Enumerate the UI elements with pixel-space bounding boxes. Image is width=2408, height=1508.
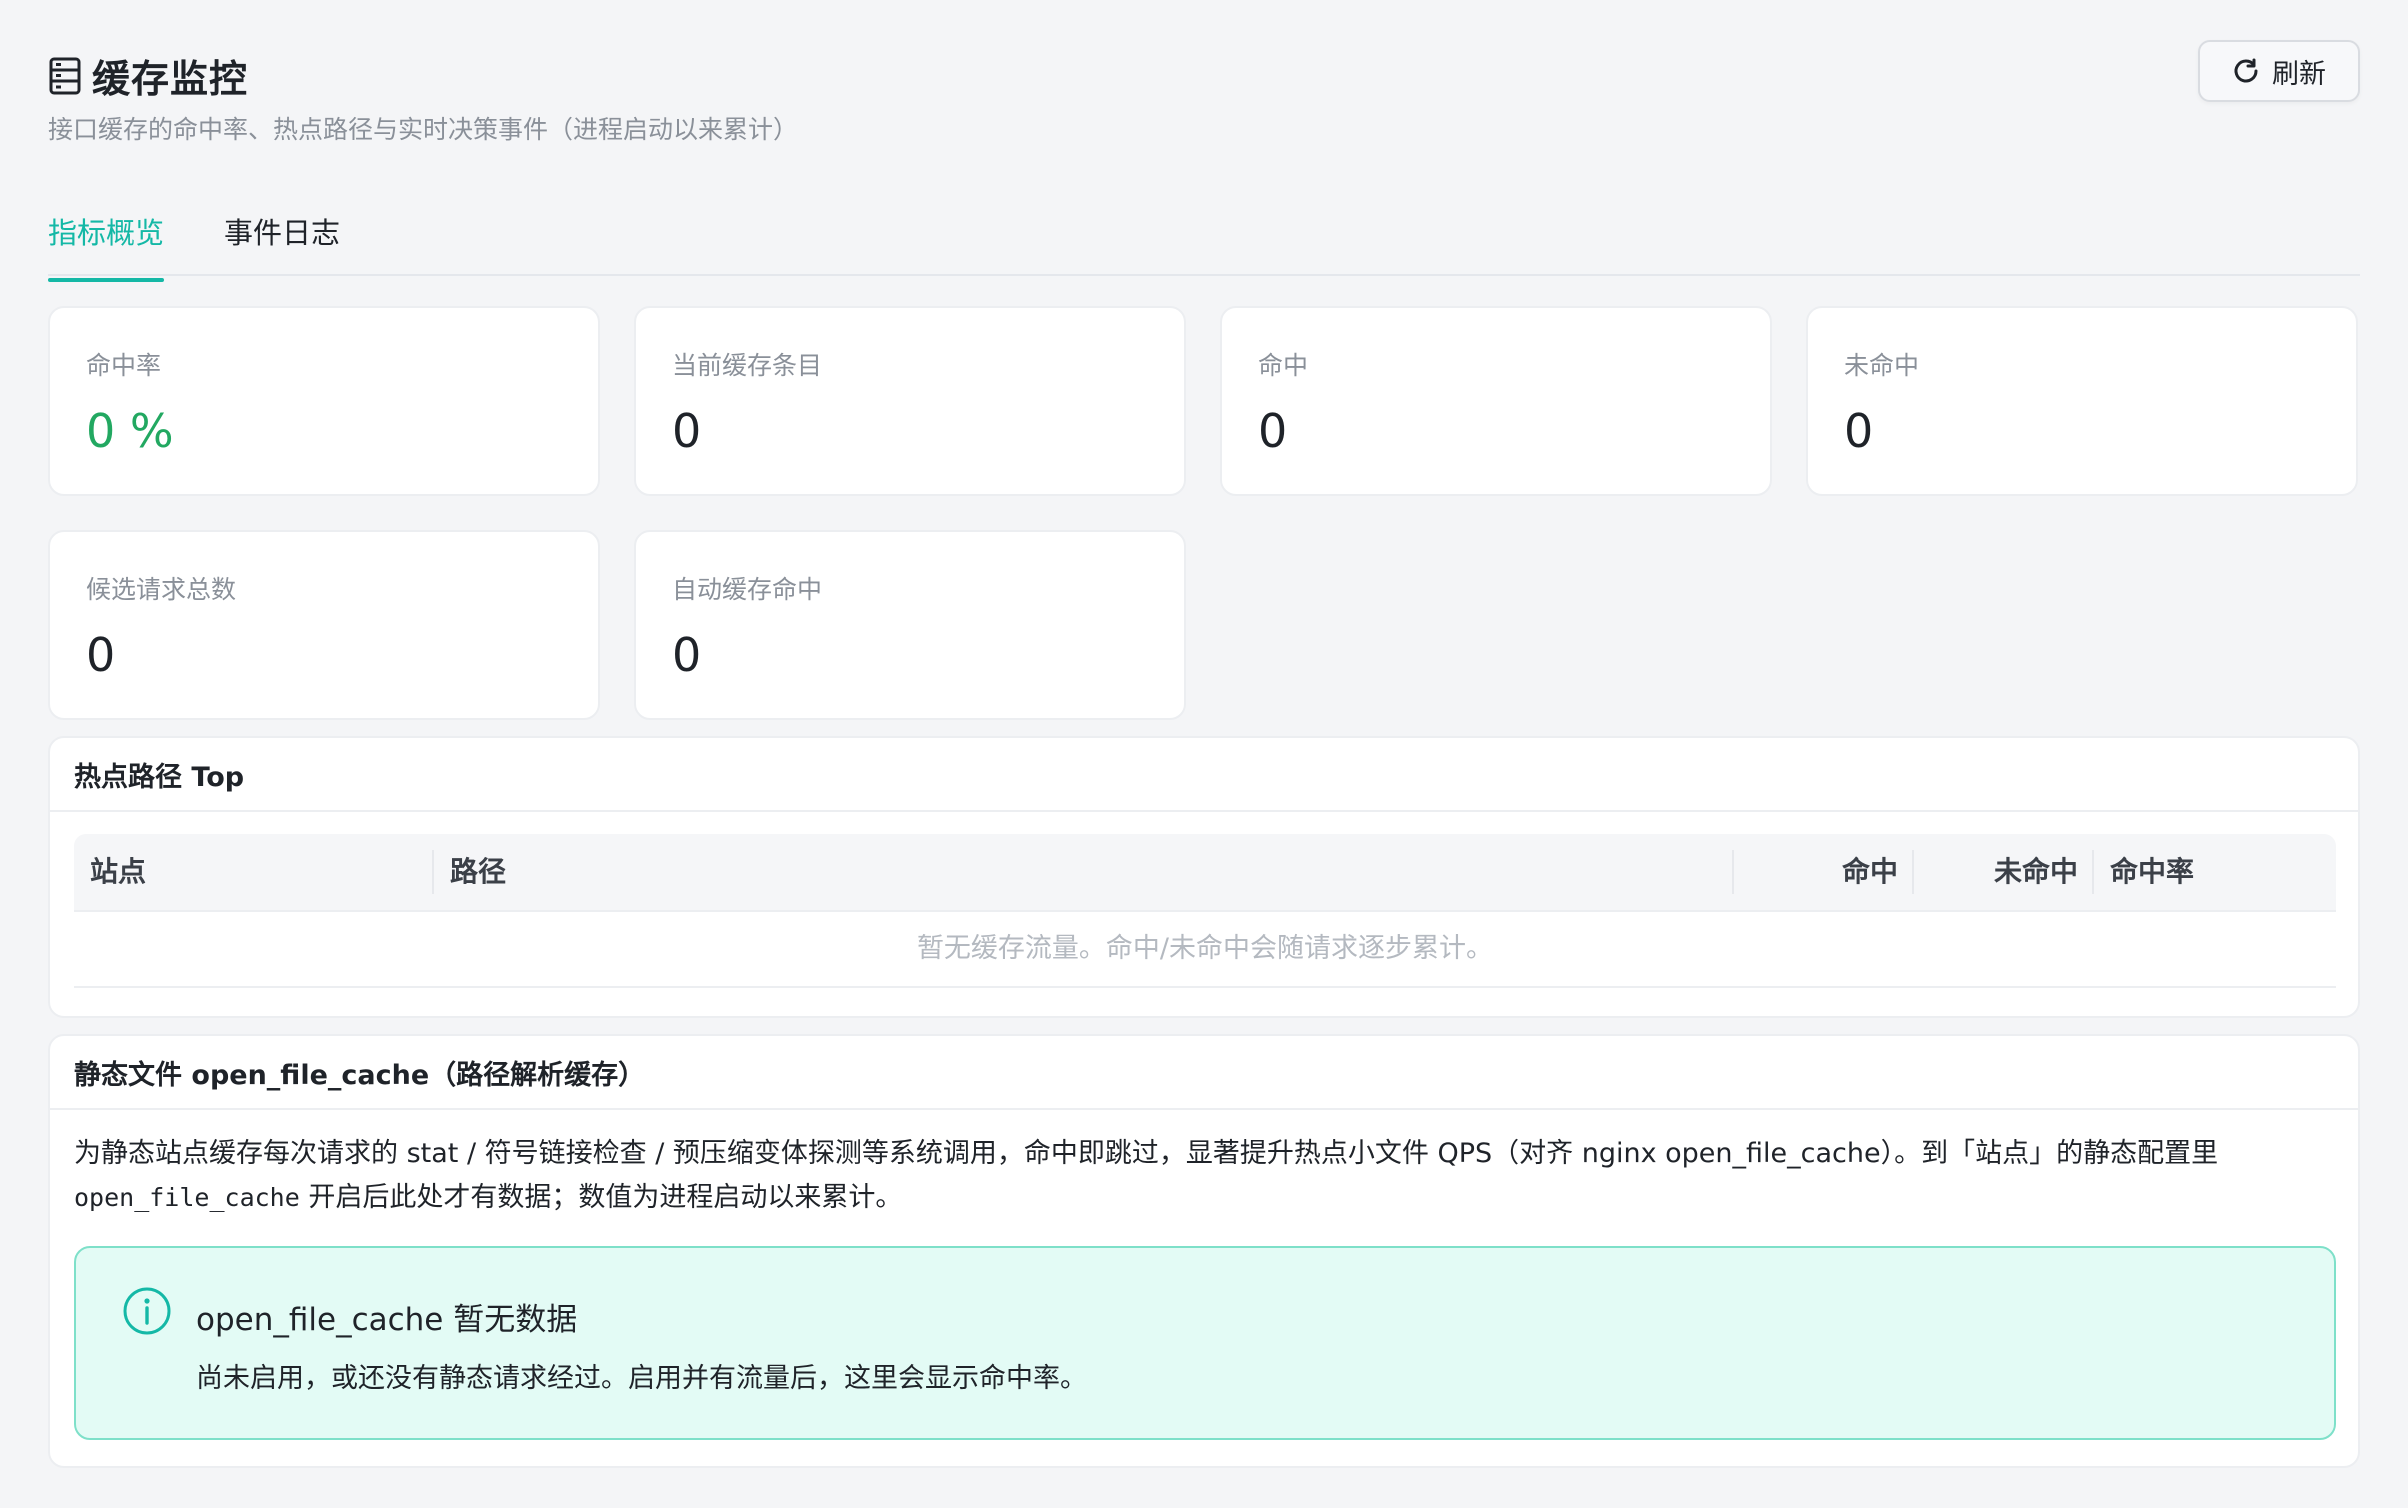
info-icon [123,1287,171,1335]
open-file-cache-panel: 静态文件 open_file_cache（路径解析缓存） 为静态站点缓存每次请求… [48,1034,2360,1468]
stat-value: 0 [1258,404,1288,458]
stat-value: 0 [672,628,702,682]
stat-value: 0 [86,628,116,682]
table-header: 站点 路径 命中 未命中 命中率 [74,834,2336,912]
column-header-hits: 命中 [1842,855,1899,888]
stat-label: 候选请求总数 [86,575,237,604]
open-file-cache-description: 为静态站点缓存每次请求的 stat / 符号链接检查 / 预压缩变体探测等系统调… [74,1132,2336,1220]
refresh-button-label: 刷新 [2272,58,2326,90]
stat-value: 0 [1844,404,1874,458]
stat-card-auto-cache-hits: 自动缓存命中 0 [634,530,1186,720]
alert-body: 尚未启用，或还没有静态请求经过。启用并有流量后，这里会显示命中率。 [196,1363,1087,1394]
column-divider [2092,850,2094,894]
stat-card-misses: 未命中 0 [1806,306,2358,496]
stat-card-cache-entries: 当前缓存条目 0 [634,306,1186,496]
stat-card-hit-rate: 命中率 0 % [48,306,600,496]
alert-title: open_file_cache 暂无数据 [196,1302,578,1338]
server-icon [49,57,81,94]
hot-paths-panel: 热点路径 Top 站点 路径 命中 未命中 命中率 暂无缓存流量。命中/未命中会… [48,736,2360,1018]
stat-label: 自动缓存命中 [672,575,823,604]
refresh-button[interactable]: 刷新 [2198,40,2360,102]
stat-value: 0 [672,404,702,458]
refresh-icon [2234,58,2258,83]
info-alert: open_file_cache 暂无数据 尚未启用，或还没有静态请求经过。启用并… [74,1246,2336,1440]
tab-event-log[interactable]: 事件日志 [224,210,340,280]
column-divider [1732,850,1734,894]
column-header-path: 路径 [450,855,507,888]
column-header-misses: 未命中 [1994,855,2079,888]
inline-code: open_file_cache [74,1183,300,1212]
column-header-site: 站点 [90,855,147,888]
stat-label: 当前缓存条目 [672,351,823,380]
table-empty-message: 暂无缓存流量。命中/未命中会随请求逐步累计。 [74,912,2336,988]
page-header: 缓存监控 [48,48,248,103]
tab-bar: 指标概览 事件日志 [48,200,2360,282]
open-file-cache-title: 静态文件 open_file_cache（路径解析缓存） [50,1036,2358,1110]
description-text: 开启后此处才有数据；数值为进程启动以来累计。 [299,1182,903,1213]
stat-label: 未命中 [1844,351,1920,380]
column-divider [432,850,434,894]
stat-value: 0 % [86,404,174,458]
stat-label: 命中 [1258,351,1309,380]
page-title: 缓存监控 [92,57,249,101]
column-divider [1912,850,1914,894]
hot-paths-title: 热点路径 Top [50,738,2358,812]
stat-label: 命中率 [86,351,162,380]
stat-card-hits: 命中 0 [1220,306,1772,496]
column-header-hit-rate: 命中率 [2110,855,2195,888]
tab-metrics-overview[interactable]: 指标概览 [48,210,165,282]
hot-paths-table: 站点 路径 命中 未命中 命中率 暂无缓存流量。命中/未命中会随请求逐步累计。 [74,834,2336,988]
page-subtitle: 接口缓存的命中率、热点路径与实时决策事件（进程启动以来累计） [48,115,799,144]
stat-card-candidate-requests: 候选请求总数 0 [48,530,600,720]
description-text: 为静态站点缓存每次请求的 stat / 符号链接检查 / 预压缩变体探测等系统调… [74,1138,2219,1169]
